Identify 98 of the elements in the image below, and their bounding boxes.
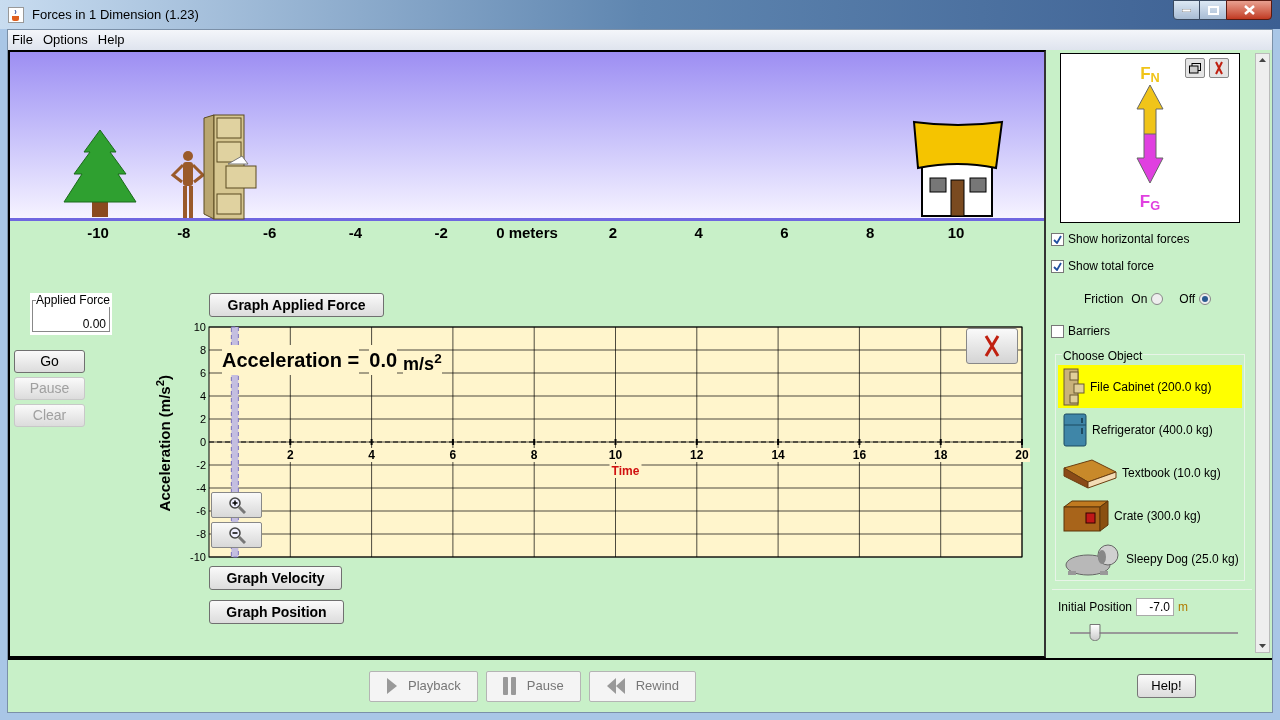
file-cabinet-icon <box>1062 367 1086 406</box>
check-icon <box>1053 234 1062 244</box>
window-icon <box>1189 62 1201 74</box>
unit-label: m <box>1178 599 1189 617</box>
java-cup-icon <box>8 6 24 23</box>
play-icon <box>386 677 398 696</box>
maximize-button[interactable] <box>1200 0 1226 20</box>
zoom-out-icon <box>227 526 246 545</box>
minimize-button[interactable] <box>1173 0 1200 20</box>
crate-icon <box>1062 498 1110 533</box>
refrigerator-icon <box>1062 411 1088 448</box>
y-tick-label: -2 <box>196 459 206 472</box>
y-tick-label: 0 <box>199 436 206 449</box>
ruler-label: -10 <box>87 223 109 244</box>
x-tick-label: 8 <box>530 448 538 463</box>
sim-button[interactable]: Go <box>14 350 85 374</box>
radio-label: On <box>1131 291 1148 309</box>
x-tick-label: 2 <box>286 448 294 463</box>
x-tick-label: 16 <box>852 448 867 463</box>
y-tick-label: 10 <box>193 321 206 334</box>
applied-force-field[interactable]: Applied Force 0.00 <box>30 293 112 336</box>
object-option[interactable]: Sleepy Dog (25.0 kg) <box>1058 537 1242 581</box>
radio-button[interactable] <box>1151 293 1164 306</box>
x-tick-label: 10 <box>608 448 623 463</box>
slider-thumb[interactable] <box>1089 624 1101 642</box>
applied-force-value: 0.00 <box>82 316 106 334</box>
scroll-up-icon <box>1259 58 1266 63</box>
zoom-in-button[interactable] <box>211 492 262 519</box>
object-option[interactable]: Textbook (10.0 kg) <box>1058 451 1242 495</box>
close-graph-button[interactable] <box>966 328 1018 365</box>
readout-label: Acceleration = <box>222 345 360 376</box>
y-tick-label: 2 <box>199 413 206 426</box>
ruler-label: -6 <box>262 223 277 244</box>
close-button[interactable] <box>1226 0 1272 20</box>
x-tick-label: 18 <box>934 448 948 463</box>
force-label: F$_{G}$ <box>1139 192 1161 212</box>
radio-label: Off <box>1179 291 1196 309</box>
force-label: F$_{N}$ <box>1140 64 1160 85</box>
ruler-label: 6 <box>780 223 789 244</box>
friction-label: Friction <box>1084 291 1124 309</box>
minimize-icon <box>1182 8 1191 12</box>
y-tick-label: 4 <box>199 390 206 403</box>
initial-position-label: Initial Position <box>1058 599 1133 617</box>
scroll-down-icon <box>1259 644 1266 649</box>
x-tick-label: 12 <box>690 448 704 463</box>
figure-drawing <box>170 150 206 221</box>
y-tick-label: -4 <box>196 482 206 495</box>
radio-button[interactable] <box>1199 293 1212 306</box>
zoom-in-icon <box>227 496 246 515</box>
maximize-icon <box>1207 5 1219 15</box>
y-tick-label: 6 <box>199 367 206 380</box>
close-panel-button[interactable] <box>1209 58 1229 79</box>
scrollbar[interactable] <box>1255 53 1270 654</box>
applied-force-label: Applied Force <box>36 293 111 308</box>
ruler-label: 0 meters <box>496 223 558 244</box>
object-option[interactable]: File Cabinet (200.0 kg) <box>1058 365 1242 409</box>
detach-button[interactable] <box>1185 58 1205 79</box>
ruler-label: -4 <box>348 223 363 244</box>
checkbox-label: Show total force <box>1068 258 1155 276</box>
readout-value: 0.0 <box>369 345 398 376</box>
checkbox[interactable] <box>1051 232 1064 246</box>
graph-button[interactable]: Graph Applied Force <box>209 293 384 318</box>
graph-button[interactable]: Graph Position <box>209 600 344 625</box>
checkbox-label: Show horizontal forces <box>1068 231 1190 249</box>
y-tick-label: 8 <box>199 344 206 357</box>
x-tick-label: 4 <box>368 448 375 463</box>
x-tick-label: 6 <box>449 448 457 463</box>
object-option[interactable]: Refrigerator (400.0 kg) <box>1058 408 1242 452</box>
y-tick-label: -10 <box>190 551 206 564</box>
x-axis-label: Time <box>611 464 640 479</box>
ruler-label: -2 <box>434 223 448 244</box>
menu-item[interactable]: Options <box>42 30 88 50</box>
help-button[interactable]: Help! <box>1137 674 1196 699</box>
menu-item[interactable]: Help <box>97 30 125 50</box>
checkbox[interactable] <box>1051 259 1064 273</box>
menu-item[interactable]: File <box>12 30 33 50</box>
ruler-label: 8 <box>866 223 875 244</box>
position-slider[interactable] <box>1070 624 1238 643</box>
x-tick-label: 20 <box>1015 448 1029 463</box>
ruler-label: -8 <box>177 223 191 244</box>
y-tick-label: -6 <box>196 505 206 518</box>
ruler-label: 2 <box>608 223 617 244</box>
object-option[interactable]: Crate (300.0 kg) <box>1058 494 1242 538</box>
y-tick-label: -8 <box>196 528 206 541</box>
rewind-icon <box>605 677 626 696</box>
checkbox-label: Barriers <box>1068 323 1110 341</box>
ruler-label: 10 <box>947 223 965 244</box>
x-tick-label: 14 <box>771 448 785 463</box>
checkbox[interactable] <box>1051 324 1064 338</box>
zoom-out-button[interactable] <box>211 522 262 549</box>
window-title: Forces in 1 Dimension (1.23) <box>32 5 199 24</box>
close-icon <box>1243 5 1255 15</box>
ruler-label: 4 <box>694 223 703 244</box>
pause-icon <box>502 677 517 696</box>
initial-position-field[interactable]: -7.0 <box>1136 598 1175 617</box>
check-icon <box>1053 261 1062 271</box>
close-icon <box>1214 61 1224 76</box>
graph-button[interactable]: Graph Velocity <box>209 566 342 591</box>
